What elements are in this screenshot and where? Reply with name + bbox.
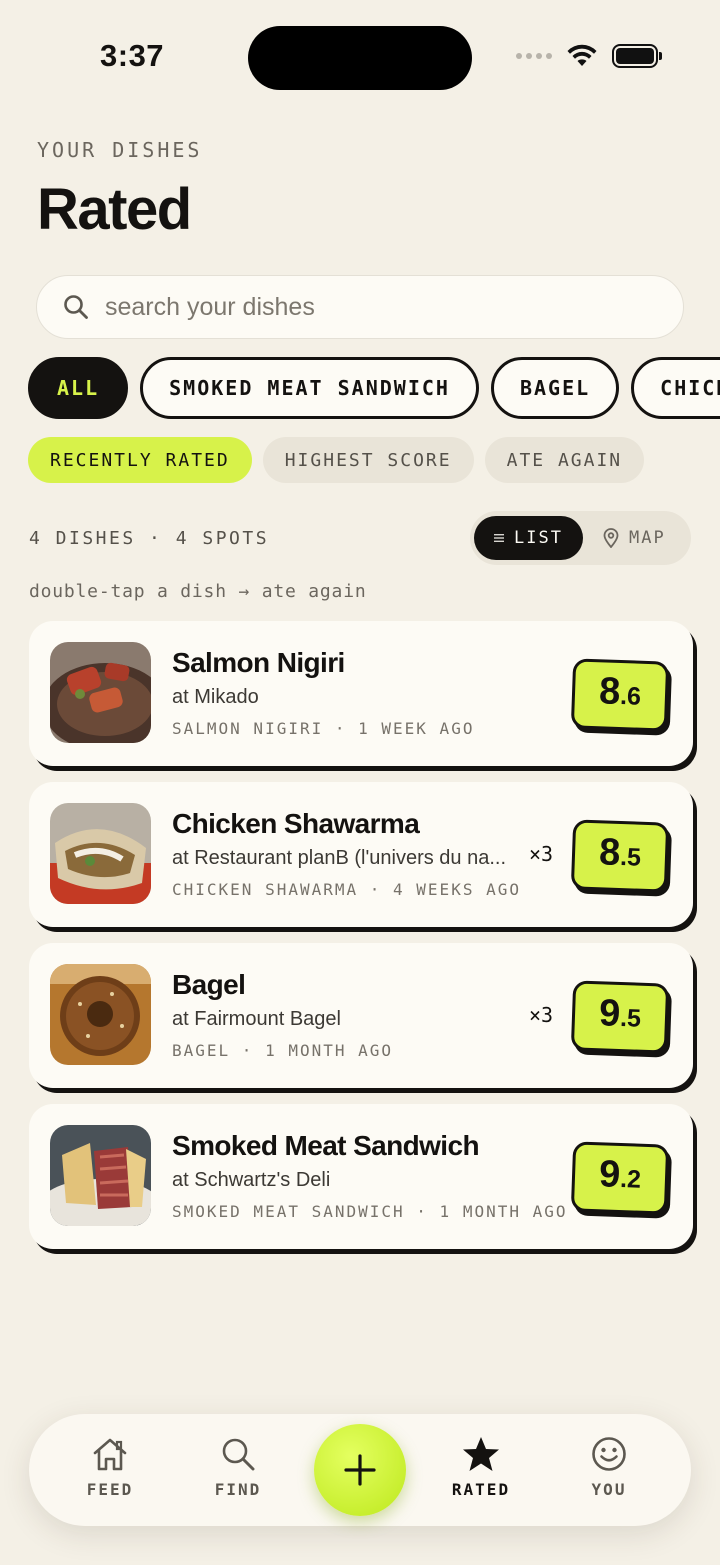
battery-icon xyxy=(612,44,662,68)
list-view-button[interactable]: LIST xyxy=(474,516,583,560)
page-eyebrow: YOUR DISHES xyxy=(37,138,203,162)
tab-rated[interactable]: RATED xyxy=(441,1436,521,1499)
tab-find[interactable]: FIND xyxy=(198,1436,278,1499)
ate-again-count: ×3 xyxy=(529,842,554,866)
map-pin-icon xyxy=(603,528,619,548)
filter-chips: ALL SMOKED MEAT SANDWICH BAGEL CHICKEN S… xyxy=(28,357,720,419)
score-integer: 9 xyxy=(598,1153,621,1196)
hint-text: double-tap a dish → ate again xyxy=(29,581,367,602)
score-decimal: .5 xyxy=(619,843,642,872)
dish-meta: BAGEL · 1 MONTH AGO xyxy=(172,1041,394,1060)
sort-ate-again[interactable]: ATE AGAIN xyxy=(484,437,645,483)
smiley-icon xyxy=(592,1437,626,1471)
chip-chicken-shawarma[interactable]: CHICKEN SHAWARMA xyxy=(631,357,720,419)
dish-photo xyxy=(50,642,151,743)
score-decimal: .5 xyxy=(619,1004,642,1033)
score-decimal: .6 xyxy=(619,682,642,711)
dish-count: 4 DISHES · 4 SPOTS xyxy=(29,528,270,549)
tab-rated-label: RATED xyxy=(451,1480,511,1499)
status-icons xyxy=(516,44,662,68)
plus-icon xyxy=(344,1454,376,1486)
dish-card-salmon-nigiri[interactable]: Salmon Nigiri at Mikado SALMON NIGIRI · … xyxy=(29,621,693,766)
tab-bar: FEED FIND RATED YOU xyxy=(29,1414,691,1526)
tab-you[interactable]: YOU xyxy=(569,1436,649,1499)
score-badge: 8.6 xyxy=(570,658,670,732)
filter-chips-scroller[interactable]: ALL SMOKED MEAT SANDWICH BAGEL CHICKEN S… xyxy=(0,350,720,426)
map-view-label: MAP xyxy=(629,528,666,548)
search-icon xyxy=(64,295,88,319)
sort-options: RECENTLY RATED HIGHEST SCORE ATE AGAIN xyxy=(28,437,645,483)
dish-photo xyxy=(50,964,151,1065)
search-input[interactable] xyxy=(105,292,645,322)
dish-name: Bagel xyxy=(172,969,246,1000)
page-title: Rated xyxy=(37,177,192,242)
ate-again-count: ×3 xyxy=(529,1003,554,1027)
score-integer: 9 xyxy=(598,992,621,1035)
dish-place: at Fairmount Bagel xyxy=(172,1008,341,1030)
home-icon xyxy=(93,1438,127,1471)
score-integer: 8 xyxy=(598,670,621,713)
list-icon xyxy=(494,534,505,542)
chip-bagel[interactable]: BAGEL xyxy=(490,357,620,419)
search-bar[interactable] xyxy=(36,275,684,339)
dish-card-chicken-shawarma[interactable]: Chicken Shawarma at Restaurant planB (l'… xyxy=(29,782,693,927)
sort-recently-rated[interactable]: RECENTLY RATED xyxy=(28,437,252,483)
add-dish-button[interactable] xyxy=(314,1424,406,1516)
dish-name: Salmon Nigiri xyxy=(172,647,345,678)
dish-meta: SMOKED MEAT SANDWICH · 1 MONTH AGO xyxy=(172,1202,568,1221)
dish-meta: SALMON NIGIRI · 1 WEEK AGO xyxy=(172,719,475,738)
search-icon xyxy=(222,1438,255,1471)
chip-all[interactable]: ALL xyxy=(28,357,129,419)
status-time: 3:37 xyxy=(100,38,165,73)
star-icon xyxy=(463,1437,499,1471)
wifi-icon xyxy=(567,44,597,66)
list-view-label: LIST xyxy=(514,528,563,548)
score-badge: 9.5 xyxy=(570,980,670,1054)
dish-photo xyxy=(50,803,151,904)
chip-smoked-meat-sandwich[interactable]: SMOKED MEAT SANDWICH xyxy=(140,357,479,419)
dynamic-island xyxy=(248,26,472,90)
tab-find-label: FIND xyxy=(214,1480,262,1499)
map-view-button[interactable]: MAP xyxy=(583,516,686,560)
dish-card-smoked-meat-sandwich[interactable]: Smoked Meat Sandwich at Schwartz's Deli … xyxy=(29,1104,693,1249)
dish-name: Smoked Meat Sandwich xyxy=(172,1130,480,1161)
view-toggle: LIST MAP xyxy=(470,511,691,565)
dish-place: at Mikado xyxy=(172,686,259,708)
tab-feed-label: FEED xyxy=(86,1480,134,1499)
dish-name: Chicken Shawarma xyxy=(172,808,420,839)
dish-photo xyxy=(50,1125,151,1226)
tab-you-label: YOU xyxy=(591,1480,627,1499)
score-badge: 8.5 xyxy=(570,819,670,893)
dish-card-bagel[interactable]: Bagel at Fairmount Bagel BAGEL · 1 MONTH… xyxy=(29,943,693,1088)
tab-feed[interactable]: FEED xyxy=(70,1436,150,1499)
cellular-signal-icon xyxy=(516,53,552,59)
score-integer: 8 xyxy=(598,831,621,874)
dish-place: at Schwartz's Deli xyxy=(172,1169,331,1191)
dish-meta: CHICKEN SHAWARMA · 4 WEEKS AGO xyxy=(172,880,521,899)
sort-highest-score[interactable]: HIGHEST SCORE xyxy=(262,437,474,483)
dish-place: at Restaurant planB (l'univers du na... xyxy=(172,847,507,869)
score-badge: 9.2 xyxy=(570,1141,670,1215)
score-decimal: .2 xyxy=(619,1165,642,1194)
